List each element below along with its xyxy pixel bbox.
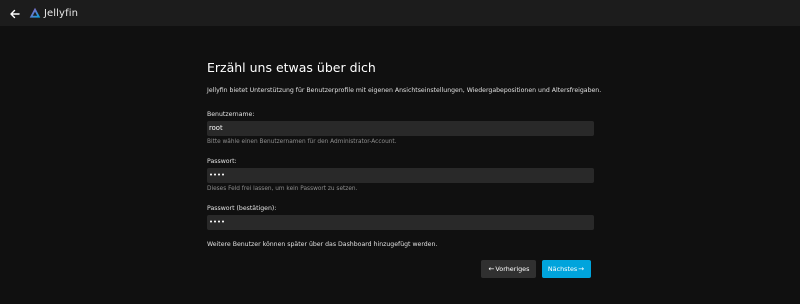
username-hint: Bitte wähle einen Benutzernamen für den … (207, 139, 397, 145)
arrow-left-icon: ← (488, 265, 495, 273)
next-button-label: Nächstes (547, 265, 578, 273)
password-input[interactable]: •••• (207, 168, 594, 183)
next-button[interactable]: Nächstes → (542, 260, 591, 278)
previous-button-label: Vorheriges (495, 265, 530, 273)
footer-note: Weitere Benutzer können später über das … (207, 241, 438, 248)
username-label: Benutzername: (207, 111, 255, 118)
arrow-left-icon (10, 9, 20, 19)
arrow-right-icon: → (578, 265, 585, 273)
password-confirm-label: Passwort (bestätigen): (207, 205, 277, 212)
back-button[interactable] (8, 6, 22, 20)
password-hint: Dieses Feld frei lassen, um kein Passwor… (207, 186, 358, 192)
previous-button[interactable]: ← Vorheriges (481, 260, 536, 278)
jellyfin-logo-icon (29, 7, 41, 18)
intro-text: Jellyfin bietet Unterstützung für Benutz… (207, 87, 602, 94)
username-input[interactable]: root (207, 121, 594, 136)
app-name: Jellyfin (44, 7, 79, 19)
page-title: Erzähl uns etwas über dich (207, 60, 376, 75)
password-confirm-input[interactable]: •••• (207, 215, 594, 230)
app-header: Jellyfin (0, 0, 800, 26)
jellyfin-logo[interactable]: Jellyfin (29, 4, 78, 22)
password-label: Passwort: (207, 158, 237, 165)
